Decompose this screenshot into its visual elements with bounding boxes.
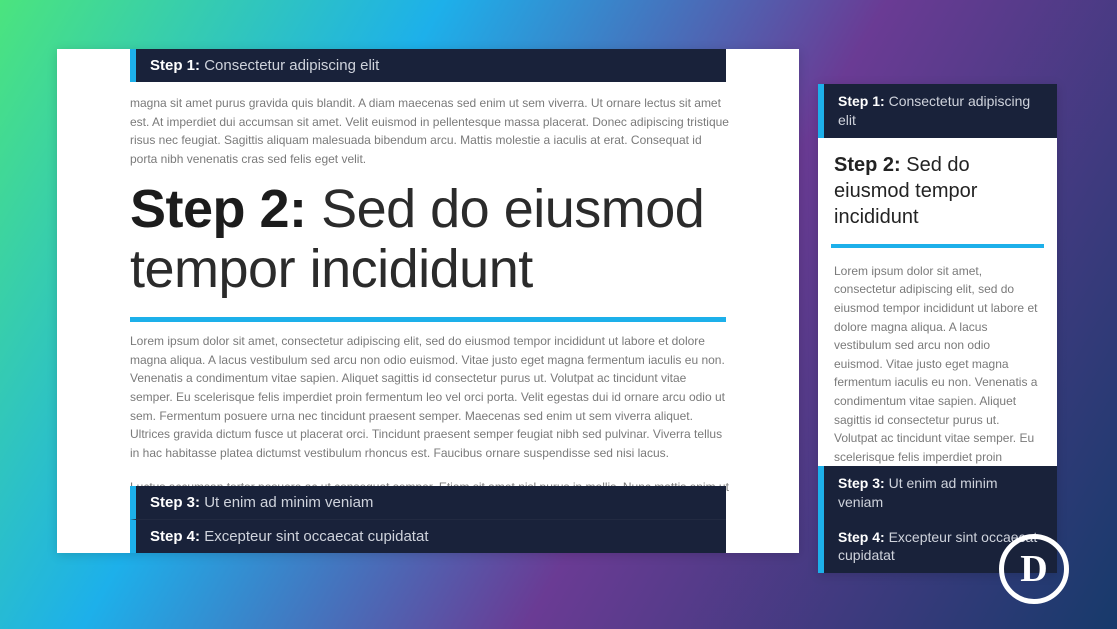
divi-logo-icon: D [999, 534, 1069, 604]
step1-bar-wrap: Step 1: Consectetur adipiscing elit [57, 49, 799, 82]
sidebar-accordion: Step 1: Consectetur adipiscing elit Step… [818, 84, 1057, 573]
step2-label: Step 2: [130, 179, 307, 239]
step2-body-text-1: Lorem ipsum dolor sit amet, consectetur … [57, 332, 799, 474]
step3-title: Ut enim ad minim veniam [204, 494, 373, 511]
side-step1-label: Step 1: [838, 93, 885, 109]
divi-logo-letter: D [1020, 547, 1047, 591]
side-step3-label: Step 3: [838, 475, 885, 491]
accordion-step3[interactable]: Step 3: Ut enim ad minim veniam [130, 486, 726, 519]
side-step4-label: Step 4: [838, 529, 885, 545]
side-step2-label: Step 2: [834, 154, 901, 176]
document-preview: Step 1: Consectetur adipiscing elit magn… [57, 49, 799, 553]
side-accordion-step2-header[interactable]: Step 2: Sed do eiusmod tempor incididunt [818, 138, 1057, 244]
side-step2-body: Lorem ipsum dolor sit amet, consectetur … [818, 248, 1057, 466]
step4-title: Excepteur sint occaecat cupidatat [204, 528, 428, 545]
accent-divider [130, 317, 726, 322]
step1-label: Step 1: [150, 57, 200, 74]
step1-title: Consectetur adipiscing elit [204, 57, 379, 74]
step4-label: Step 4: [150, 528, 200, 545]
step3-bar-wrap: Step 3: Ut enim ad minim veniam Step 4: … [57, 486, 799, 553]
accordion-step4[interactable]: Step 4: Excepteur sint occaecat cupidata… [130, 519, 726, 553]
divider-wrap [57, 299, 799, 332]
step3-label: Step 3: [150, 494, 200, 511]
accordion-step1[interactable]: Step 1: Consectetur adipiscing elit [130, 49, 726, 82]
step2-heading: Step 2: Sed do eiusmod tempor incididunt [57, 180, 799, 299]
side-accordion-step3[interactable]: Step 3: Ut enim ad minim veniam [818, 466, 1057, 520]
side-accordion-step1[interactable]: Step 1: Consectetur adipiscing elit [818, 84, 1057, 138]
step1-body-text: magna sit amet purus gravida quis blandi… [57, 82, 799, 180]
bottom-bars: Step 3: Ut enim ad minim veniam Step 4: … [57, 486, 799, 553]
